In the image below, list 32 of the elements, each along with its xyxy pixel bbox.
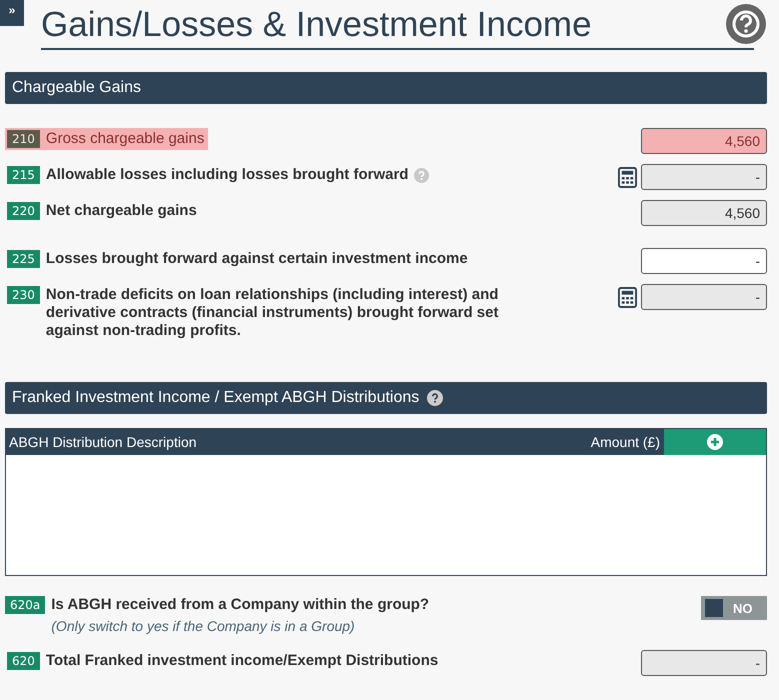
field-label: Gross chargeable gains — [46, 130, 204, 148]
amount-field[interactable]: - — [641, 164, 767, 190]
section-title: Franked Investment Income / Exempt ABGH Distributions — [12, 389, 420, 407]
box-number: 230 — [7, 286, 40, 304]
box-number: 620a — [5, 596, 46, 614]
add-row-button[interactable] — [664, 429, 766, 455]
box-number: 210 — [7, 130, 40, 148]
field-label: Non-trade deficits on loan relationships (including interest) and derivative contracts (financial instruments) brought forward set against non-trading profits. — [46, 286, 500, 340]
plus-icon — [707, 434, 723, 450]
amount-field[interactable]: 4,560 — [641, 128, 767, 154]
box-number: 225 — [7, 250, 40, 268]
box-number: 215 — [7, 166, 40, 184]
column-header: Amount (£) — [590, 434, 661, 450]
box-number: 620 — [7, 652, 40, 670]
field-label: Total Franked investment income/Exempt Distributions — [46, 652, 438, 670]
expand-button[interactable]: » — [0, 0, 24, 26]
box-number: 220 — [7, 202, 40, 220]
amount-field[interactable]: - — [641, 284, 767, 310]
calculator-icon[interactable] — [618, 166, 637, 188]
amount-field[interactable]: - — [641, 248, 767, 274]
field-label: Losses brought forward against certain investment income — [46, 250, 468, 268]
amount-field[interactable]: 4,560 — [641, 200, 767, 226]
amount-field[interactable]: - — [641, 650, 767, 676]
field-label: Is ABGH received from a Company within the group? — [51, 596, 430, 614]
field-label: Net chargeable gains — [46, 202, 197, 220]
field-label: Allowable losses including losses brought forward — [46, 166, 408, 184]
calculator-icon[interactable] — [618, 286, 637, 308]
help-icon[interactable] — [726, 4, 766, 44]
help-icon[interactable] — [427, 390, 444, 406]
hint-text: (Only switch to yes if the Company is in a Group) — [51, 618, 356, 634]
section-title: Chargeable Gains — [12, 79, 141, 97]
column-header: ABGH Distribution Description — [8, 434, 198, 450]
